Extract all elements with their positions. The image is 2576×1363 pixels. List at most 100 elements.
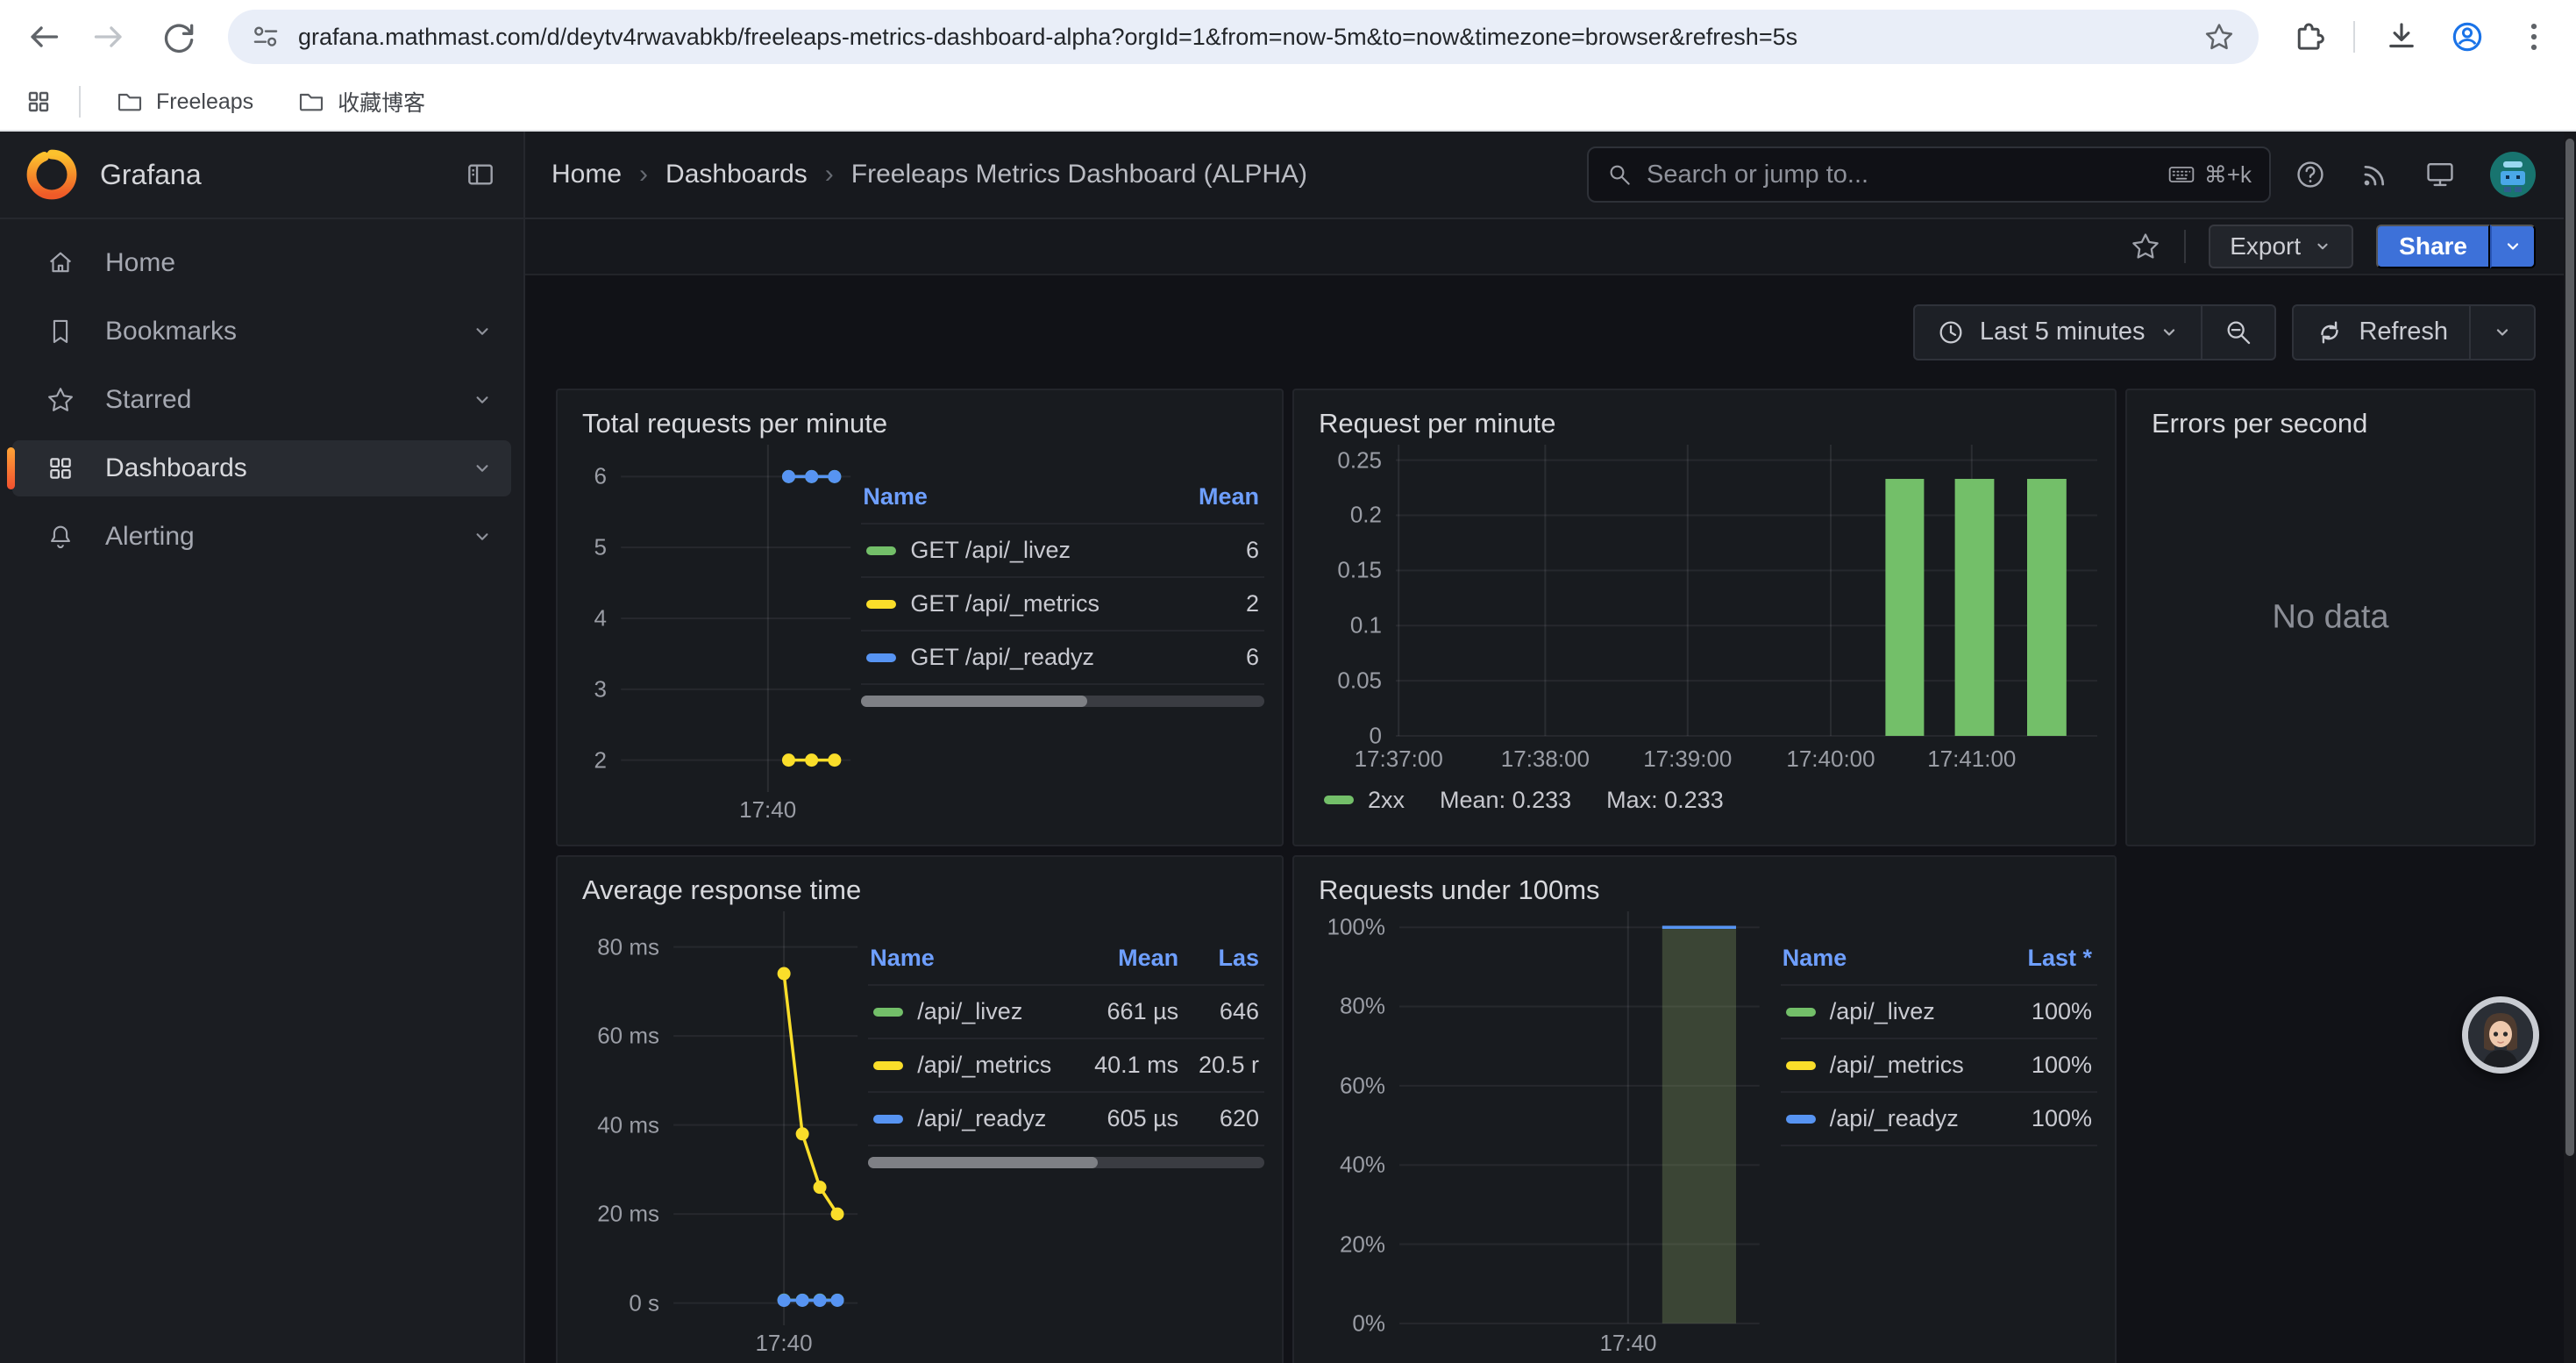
- panel-title[interactable]: Errors per second: [2145, 399, 2516, 445]
- favorite-star-icon[interactable]: [2130, 231, 2161, 262]
- series-mean: 605 µs: [1057, 1092, 1184, 1145]
- assistant-avatar[interactable]: [2462, 996, 2539, 1074]
- sidebar-item-starred[interactable]: Starred: [12, 372, 511, 428]
- chevron-down-icon: [2159, 322, 2180, 343]
- plot-area[interactable]: 17:37:0017:38:0017:39:0017:40:0017:41:00: [1396, 445, 2097, 774]
- extensions-icon[interactable]: [2288, 18, 2325, 55]
- zoom-out-button[interactable]: [2202, 304, 2276, 360]
- search-input[interactable]: [1647, 161, 2153, 189]
- sidebar-item-label: Dashboards: [105, 453, 247, 483]
- chevron-down-icon[interactable]: [471, 389, 494, 411]
- legend-scrollbar[interactable]: [861, 696, 1264, 707]
- bookmarks-bar: Freeleaps 收藏博客: [0, 74, 2576, 132]
- scrollbar-thumb[interactable]: [2565, 139, 2574, 1156]
- plot-area[interactable]: 17:40: [621, 445, 850, 825]
- series-last: 620: [1184, 1092, 1264, 1145]
- site-settings-icon[interactable]: [251, 22, 281, 52]
- chevron-down-icon[interactable]: [471, 320, 494, 343]
- legend-col-last[interactable]: Last *: [1969, 936, 2097, 985]
- series-name[interactable]: GET /api/_metrics: [910, 590, 1099, 617]
- legend-col-mean[interactable]: Mean: [1177, 475, 1264, 524]
- y-axis: 23456: [575, 445, 621, 825]
- sidebar-item-alerting[interactable]: Alerting: [12, 509, 511, 565]
- browser-action-icons: [2288, 18, 2553, 56]
- dock-sidebar-icon[interactable]: [464, 158, 497, 191]
- legend: 2xx Mean: 0.233 Max: 0.233: [1312, 774, 2097, 825]
- back-icon[interactable]: [23, 18, 61, 56]
- url-text[interactable]: grafana.mathmast.com/d/deytv4rwavabkb/fr…: [298, 24, 2185, 51]
- main-column: Home › Dashboards › Freeleaps Metrics Da…: [525, 132, 2576, 1363]
- legend-table: Name Mean Las /api/_livez 661 µs 64: [868, 936, 1264, 1146]
- share-button[interactable]: Share: [2376, 225, 2490, 268]
- user-avatar[interactable]: [2488, 150, 2537, 199]
- grafana-logo[interactable]: [26, 149, 77, 200]
- legend-col-name[interactable]: Name: [861, 475, 1177, 524]
- legend-scrollbar[interactable]: [868, 1157, 1264, 1168]
- news-rss-icon[interactable]: [2359, 158, 2392, 191]
- chevron-down-icon: [2313, 237, 2332, 256]
- refresh-button[interactable]: Refresh: [2292, 304, 2471, 360]
- url-bar[interactable]: grafana.mathmast.com/d/deytv4rwavabkb/fr…: [228, 10, 2259, 64]
- legend-row: /api/_livez 100%: [1781, 985, 2097, 1038]
- sidebar-item-dashboards[interactable]: Dashboards: [12, 440, 511, 496]
- refresh-interval-button[interactable]: [2471, 304, 2536, 360]
- series-name[interactable]: /api/_livez: [917, 998, 1022, 1025]
- sidebar-item-label: Home: [105, 248, 175, 278]
- panel-title[interactable]: Requests under 100ms: [1312, 866, 2097, 911]
- breadcrumb: Home › Dashboards › Freeleaps Metrics Da…: [551, 160, 1307, 189]
- panel-title[interactable]: Request per minute: [1312, 399, 2097, 445]
- browser-menu-icon[interactable]: [2515, 18, 2553, 56]
- search-box[interactable]: ⌘+k: [1587, 146, 2271, 203]
- chevron-down-icon[interactable]: [471, 525, 494, 548]
- brand-name[interactable]: Grafana: [100, 159, 202, 191]
- series-name[interactable]: /api/_readyz: [917, 1105, 1046, 1132]
- share-menu-button[interactable]: [2490, 225, 2536, 268]
- legend-col-name[interactable]: Name: [868, 936, 1057, 985]
- profile-icon[interactable]: [2448, 18, 2487, 56]
- series-mean-stat: Mean: 0.233: [1440, 787, 1571, 814]
- reload-icon[interactable]: [160, 18, 198, 56]
- sidebar-item-home[interactable]: Home: [12, 235, 511, 291]
- header-icons: [2294, 150, 2537, 199]
- star-icon: [46, 385, 75, 415]
- bookmark-folder-freeleaps[interactable]: Freeleaps: [107, 82, 262, 121]
- series-name[interactable]: GET /api/_readyz: [910, 644, 1094, 671]
- plot-area[interactable]: 17:40: [1399, 911, 1760, 1359]
- plot-area[interactable]: 17:40: [673, 911, 857, 1359]
- page-scrollbar[interactable]: [2564, 132, 2576, 1363]
- panel-title[interactable]: Average response time: [575, 866, 1264, 911]
- panel-title[interactable]: Total requests per minute: [575, 399, 1264, 445]
- series-name[interactable]: /api/_metrics: [1830, 1052, 1964, 1079]
- forward-icon[interactable]: [91, 18, 130, 56]
- legend-row: /api/_readyz 100%: [1781, 1092, 2097, 1145]
- series-name[interactable]: /api/_readyz: [1830, 1105, 1959, 1132]
- avg-response-chart[interactable]: 0 s20 ms40 ms60 ms80 ms 17:40: [575, 911, 857, 1359]
- apps-grid-icon[interactable]: [25, 88, 53, 116]
- downloads-icon[interactable]: [2383, 18, 2420, 55]
- series-name[interactable]: GET /api/_livez: [910, 537, 1071, 564]
- request-per-minute-chart[interactable]: 00.050.10.150.20.25 17:37:0017:38:0017:3…: [1312, 445, 2097, 774]
- sidebar-item-bookmarks[interactable]: Bookmarks: [12, 303, 511, 360]
- help-icon[interactable]: [2294, 158, 2327, 191]
- series-name[interactable]: /api/_metrics: [917, 1052, 1051, 1079]
- total-requests-chart[interactable]: 23456 17:40: [575, 445, 850, 825]
- series-last: 100%: [1969, 985, 2097, 1038]
- bookmark-folder-blogs[interactable]: 收藏博客: [288, 81, 434, 123]
- monitor-icon[interactable]: [2423, 158, 2457, 191]
- series-name[interactable]: 2xx: [1368, 787, 1405, 814]
- under-100ms-chart[interactable]: 0%20%40%60%80%100% 17:40: [1312, 911, 1760, 1359]
- legend-col-last[interactable]: Las: [1184, 936, 1264, 985]
- chevron-down-icon[interactable]: [471, 457, 494, 480]
- time-controls: Last 5 minutes Refresh: [556, 275, 2564, 389]
- legend-col-mean[interactable]: Mean: [1057, 936, 1184, 985]
- breadcrumb-dashboards[interactable]: Dashboards: [665, 160, 808, 189]
- series-name[interactable]: /api/_livez: [1830, 998, 1935, 1025]
- legend-row: /api/_metrics 40.1 ms 20.5 r: [868, 1038, 1264, 1092]
- panel-avg-response-time: Average response time 0 s20 ms40 ms60 ms…: [556, 855, 1284, 1363]
- export-button[interactable]: Export: [2209, 225, 2353, 268]
- legend-col-name[interactable]: Name: [1781, 936, 1969, 985]
- legend-series-2xx[interactable]: 2xx: [1324, 787, 1405, 814]
- time-range-button[interactable]: Last 5 minutes: [1913, 304, 2203, 360]
- breadcrumb-home[interactable]: Home: [551, 160, 622, 189]
- bookmark-star-icon[interactable]: [2202, 20, 2236, 54]
